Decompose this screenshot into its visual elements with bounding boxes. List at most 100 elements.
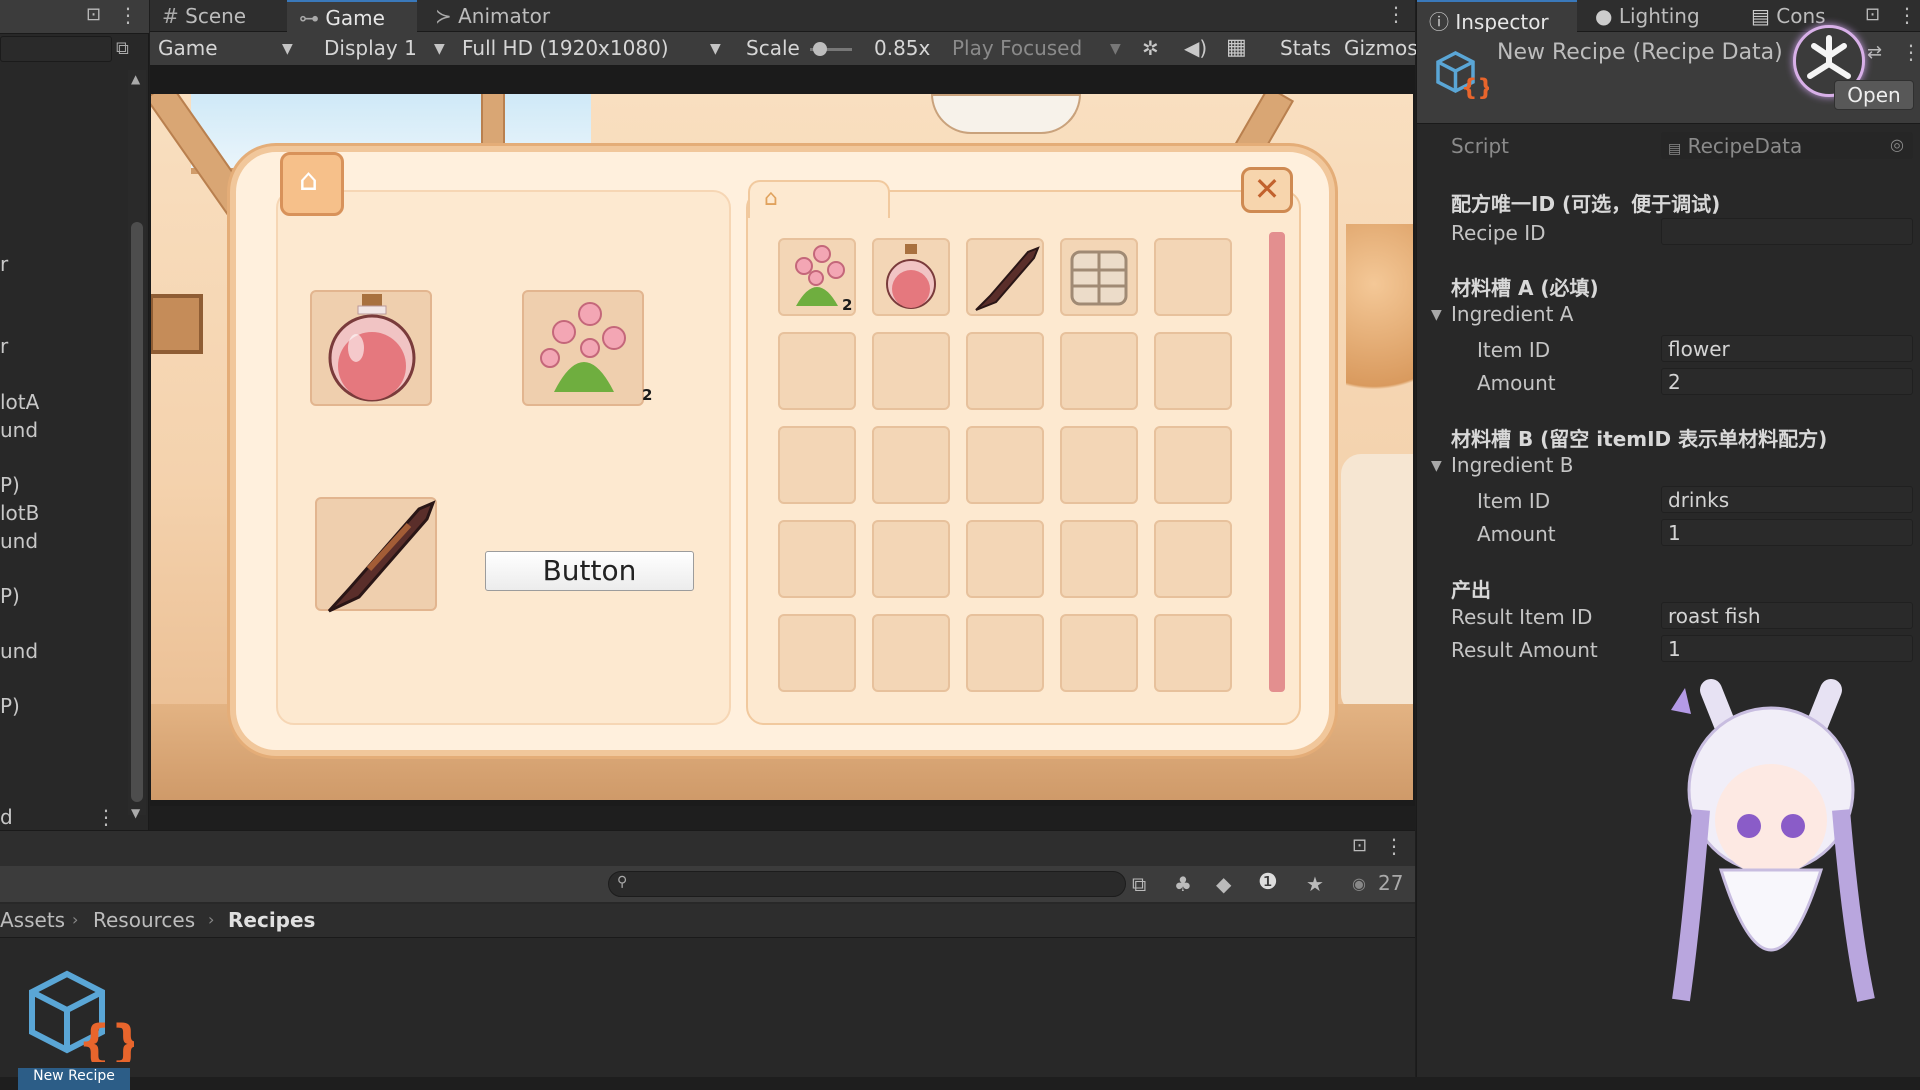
scale-slider-thumb[interactable] xyxy=(813,42,827,56)
inventory-slot[interactable] xyxy=(1154,238,1232,316)
speaker-icon[interactable]: ◀) xyxy=(1184,36,1207,60)
tab-animator[interactable]: ≻ Animator xyxy=(423,0,573,32)
inventory-scrollbar[interactable] xyxy=(1269,232,1285,692)
ingredient-b-foldout[interactable]: Ingredient B xyxy=(1451,453,1574,477)
inventory-slot[interactable] xyxy=(1060,426,1138,504)
tab-scene[interactable]: # Scene xyxy=(150,0,280,32)
breadcrumb-item[interactable]: Assets xyxy=(0,908,65,932)
inventory-slot[interactable] xyxy=(778,614,856,692)
inventory-slot[interactable] xyxy=(778,426,856,504)
hierarchy-row[interactable]: d xyxy=(0,805,13,829)
inventory-tab[interactable]: ⌂ xyxy=(748,180,890,218)
breadcrumb-item[interactable]: Resources xyxy=(93,908,195,932)
more-icon[interactable]: ⋮ xyxy=(118,3,138,27)
ingredient-a-foldout[interactable]: Ingredient A xyxy=(1451,302,1573,326)
ingredient-a-item-field[interactable]: flower xyxy=(1661,335,1913,362)
result-item-field[interactable]: roast fish xyxy=(1661,602,1913,629)
inventory-slot[interactable] xyxy=(872,426,950,504)
inventory-slot[interactable] xyxy=(872,332,950,410)
search-scope-icon[interactable]: ⧉ xyxy=(1132,872,1146,896)
breadcrumb-item[interactable]: Recipes xyxy=(228,908,315,932)
tab-lighting[interactable]: ● Lighting xyxy=(1583,0,1733,32)
inventory-slot[interactable] xyxy=(1060,614,1138,692)
inventory-slot[interactable] xyxy=(1060,238,1138,316)
bug-icon[interactable]: ✲ xyxy=(1142,36,1159,60)
hierarchy-row[interactable]: r xyxy=(0,334,8,358)
hierarchy-row[interactable]: P) xyxy=(0,584,20,608)
inventory-slot[interactable] xyxy=(966,426,1044,504)
ingredient-a-amount-field[interactable]: 2 xyxy=(1661,368,1913,395)
inventory-slot[interactable] xyxy=(1154,614,1232,692)
scroll-up-icon[interactable]: ▲ xyxy=(131,72,140,86)
hierarchy-scroll-thumb[interactable] xyxy=(131,222,143,802)
ingredient-b-item-field[interactable]: drinks xyxy=(1661,486,1913,513)
lock-icon[interactable]: ⊡ xyxy=(86,4,101,25)
inventory-slot[interactable] xyxy=(1060,520,1138,598)
inventory-slot[interactable] xyxy=(778,520,856,598)
inventory-slot[interactable] xyxy=(872,520,950,598)
hierarchy-row[interactable]: P) xyxy=(0,473,20,497)
craft-slot[interactable] xyxy=(310,290,432,406)
foldout-icon[interactable]: ▼ xyxy=(1431,307,1442,323)
hierarchy-row[interactable]: r xyxy=(0,252,8,276)
script-field[interactable]: ▤ RecipeData ◎ xyxy=(1661,132,1913,159)
inventory-slot[interactable] xyxy=(1154,520,1232,598)
eye-icon[interactable]: ◉ xyxy=(1352,874,1366,893)
inventory-slot[interactable] xyxy=(872,614,950,692)
scroll-down-icon[interactable]: ▼ xyxy=(131,806,140,820)
hierarchy-search-input[interactable] xyxy=(0,36,112,62)
grid-icon[interactable]: ▦ xyxy=(1226,35,1247,60)
inventory-slot[interactable] xyxy=(966,238,1044,316)
more-icon[interactable]: ⋮ xyxy=(1384,834,1404,858)
inventory-slot[interactable] xyxy=(966,332,1044,410)
recipe-id-field[interactable] xyxy=(1661,218,1913,245)
more-icon[interactable]: ⋮ xyxy=(1386,2,1406,26)
asset-tile[interactable]: {} New Recipe xyxy=(18,962,144,1090)
inventory-slot[interactable]: 2 xyxy=(778,238,856,316)
close-button[interactable]: ✕ xyxy=(1241,167,1293,213)
filter-type-icon[interactable]: ♣ xyxy=(1174,872,1192,896)
star-icon[interactable]: ★ xyxy=(1306,872,1324,896)
open-button[interactable]: Open xyxy=(1834,80,1914,110)
bag-icon[interactable]: ⌂ xyxy=(280,152,344,216)
view-dropdown[interactable]: Game xyxy=(158,36,218,60)
project-search-input[interactable]: ⚲ xyxy=(608,871,1126,897)
more-icon[interactable]: ⋮ xyxy=(1897,3,1917,27)
inventory-slot[interactable] xyxy=(1060,332,1138,410)
foldout-icon[interactable]: ▼ xyxy=(1431,458,1442,474)
stats-button[interactable]: Stats xyxy=(1280,36,1331,60)
play-mode-dropdown[interactable]: Play Focused xyxy=(952,36,1082,60)
craft-slot[interactable]: 2 xyxy=(522,290,652,406)
label-icon[interactable]: ◆ xyxy=(1216,872,1231,896)
craft-button[interactable]: Button xyxy=(485,551,694,591)
search-mode-icon[interactable]: ⧉ xyxy=(116,38,129,59)
inventory-slot[interactable] xyxy=(1154,332,1232,410)
inventory-slot[interactable] xyxy=(1154,426,1232,504)
ingredient-b-amount-field[interactable]: 1 xyxy=(1661,519,1913,546)
hierarchy-row[interactable]: lotA xyxy=(0,390,39,414)
inventory-slot[interactable] xyxy=(966,614,1044,692)
inventory-slot[interactable] xyxy=(778,332,856,410)
display-dropdown[interactable]: Display 1 xyxy=(324,36,417,60)
target-icon[interactable]: ◎ xyxy=(1890,135,1904,154)
more-icon[interactable]: ⋮ xyxy=(96,805,116,829)
lock-icon[interactable]: ⊡ xyxy=(1352,835,1367,856)
tab-game[interactable]: ⊶ Game xyxy=(287,0,417,32)
result-amount-field[interactable]: 1 xyxy=(1661,635,1913,662)
inventory-slot[interactable] xyxy=(872,238,950,316)
inventory-slot[interactable] xyxy=(966,520,1044,598)
hierarchy-row[interactable]: und xyxy=(0,529,38,553)
more-icon[interactable]: ⋮ xyxy=(1901,40,1920,64)
hierarchy-row[interactable]: lotB xyxy=(0,501,39,525)
hierarchy-row[interactable]: und xyxy=(0,418,38,442)
gizmos-button[interactable]: Gizmos xyxy=(1344,36,1418,60)
resolution-dropdown[interactable]: Full HD (1920x1080) xyxy=(462,36,669,60)
lock-icon[interactable]: ⊡ xyxy=(1865,4,1880,25)
warning-icon[interactable]: ❶ xyxy=(1258,870,1278,895)
craft-slot[interactable] xyxy=(315,497,437,613)
hierarchy-row[interactable]: P) xyxy=(0,694,20,718)
scriptable-object-icon: {} xyxy=(1436,51,1489,100)
tab-inspector[interactable]: ⓘ Inspector xyxy=(1417,0,1577,34)
settings-icon[interactable]: ⇄ xyxy=(1867,42,1882,63)
hierarchy-row[interactable]: und xyxy=(0,639,38,663)
